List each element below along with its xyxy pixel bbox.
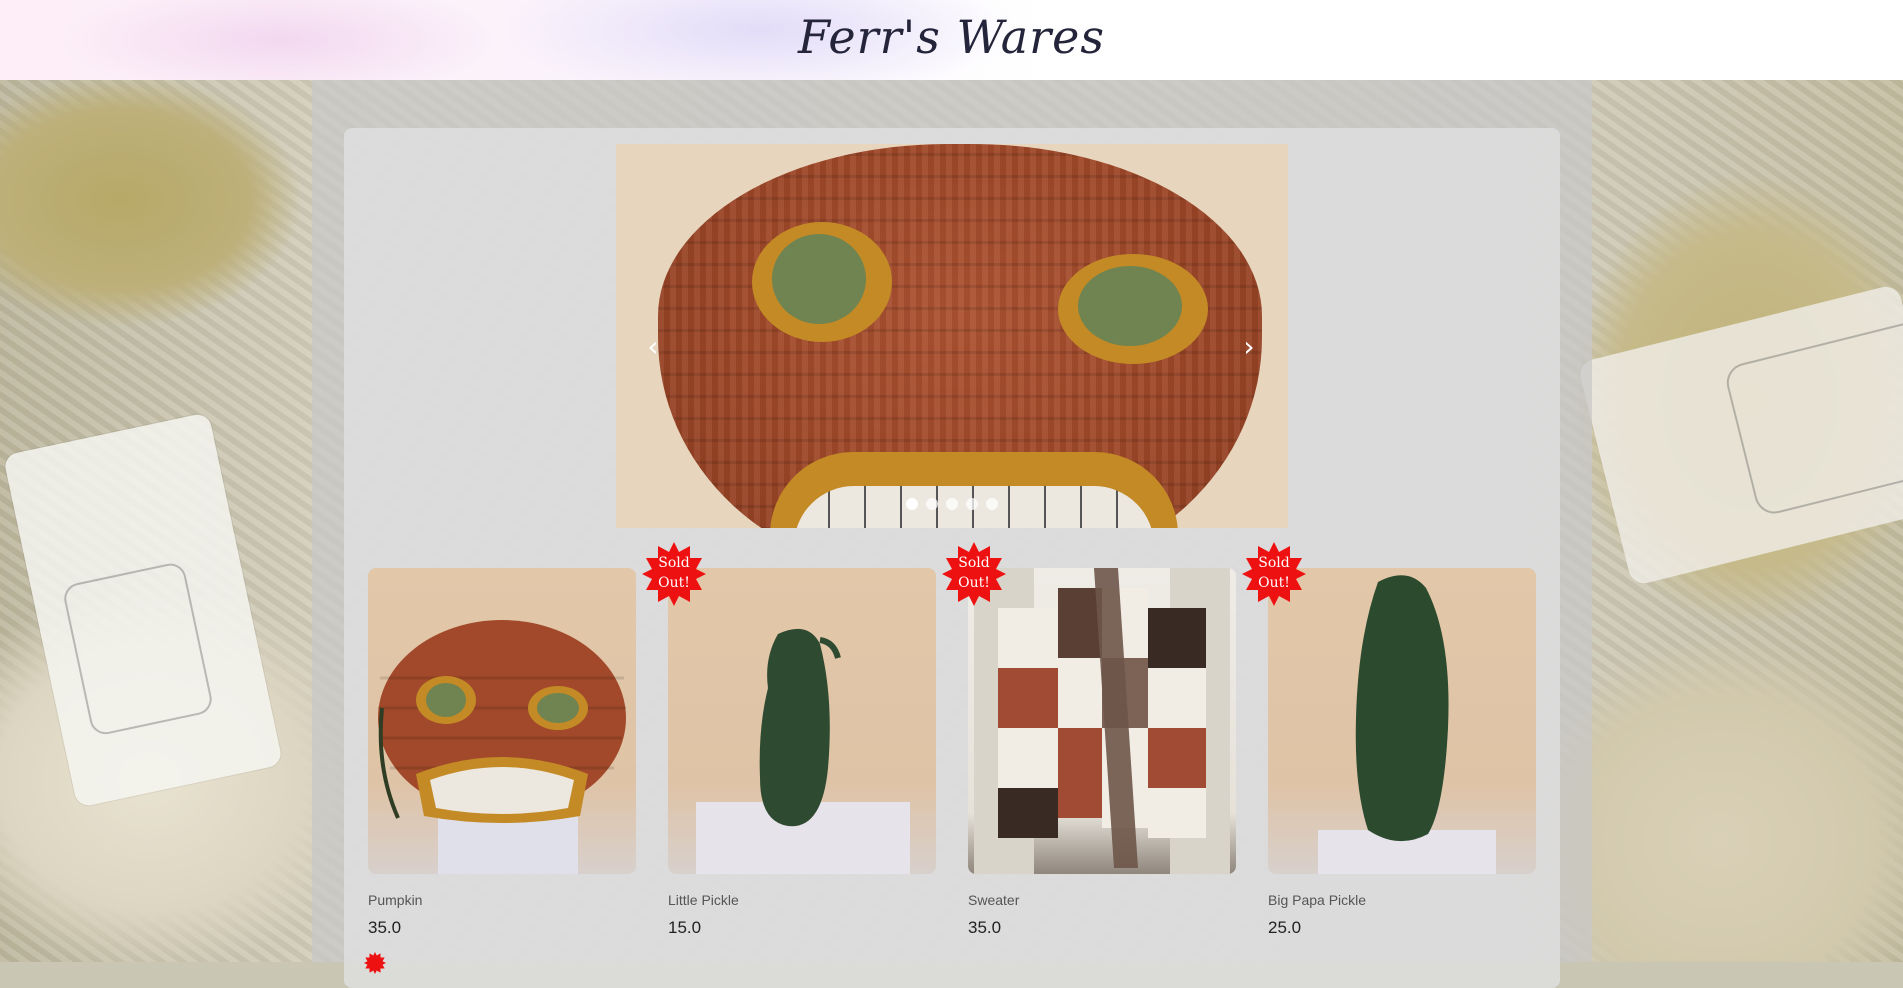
sold-out-badge-partial bbox=[364, 952, 386, 974]
product-card[interactable]: Sold Out! Little Pickle 15.0 bbox=[642, 542, 936, 938]
carousel-dot-1[interactable] bbox=[906, 498, 918, 510]
sold-out-badge: Sold Out! bbox=[1242, 542, 1306, 606]
carousel-dot-4[interactable] bbox=[966, 498, 978, 510]
yarn-label-decoration bbox=[2, 412, 284, 808]
image-carousel[interactable]: ‹ › bbox=[616, 144, 1288, 528]
carousel-prev-button[interactable]: ‹ bbox=[638, 332, 668, 362]
product-image[interactable] bbox=[668, 568, 936, 874]
product-price: 15.0 bbox=[668, 918, 702, 937]
product-card[interactable]: Sold Out! Sweater 35.0 bbox=[942, 542, 1236, 938]
product-card[interactable]: Pumpkin 35.0 bbox=[368, 568, 636, 938]
site-title[interactable]: Ferr's Wares bbox=[0, 10, 1903, 64]
product-price: 35.0 bbox=[968, 918, 1002, 937]
product-name[interactable]: Big Papa Pickle bbox=[1268, 892, 1536, 908]
pumpkin-mouth bbox=[770, 452, 1178, 528]
yarn-label-decoration bbox=[1577, 283, 1903, 587]
site-header: Ferr's Wares bbox=[0, 0, 1903, 80]
product-image[interactable] bbox=[368, 568, 636, 874]
carousel-dot-2[interactable] bbox=[926, 498, 938, 510]
pumpkin-eye-right bbox=[1058, 254, 1208, 364]
carousel-slide-image bbox=[658, 144, 1262, 528]
chevron-left-icon: ‹ bbox=[647, 330, 659, 363]
product-price: 25.0 bbox=[1268, 918, 1302, 937]
product-price: 35.0 bbox=[368, 918, 402, 937]
chevron-right-icon: › bbox=[1243, 330, 1255, 363]
carousel-dot-3[interactable] bbox=[946, 498, 958, 510]
carousel-dot-5[interactable] bbox=[986, 498, 998, 510]
sold-out-badge: Sold Out! bbox=[642, 542, 706, 606]
carousel-indicators bbox=[906, 498, 998, 510]
sold-out-badge: Sold Out! bbox=[942, 542, 1006, 606]
product-image[interactable] bbox=[1268, 568, 1536, 874]
carousel-next-button[interactable]: › bbox=[1234, 332, 1264, 362]
product-image[interactable] bbox=[968, 568, 1236, 874]
product-name[interactable]: Sweater bbox=[968, 892, 1236, 908]
product-card[interactable]: Sold Out! Big Papa Pickle 25.0 bbox=[1242, 542, 1536, 938]
product-name[interactable]: Little Pickle bbox=[668, 892, 936, 908]
product-name[interactable]: Pumpkin bbox=[368, 892, 636, 908]
pumpkin-eye-left bbox=[752, 222, 892, 342]
